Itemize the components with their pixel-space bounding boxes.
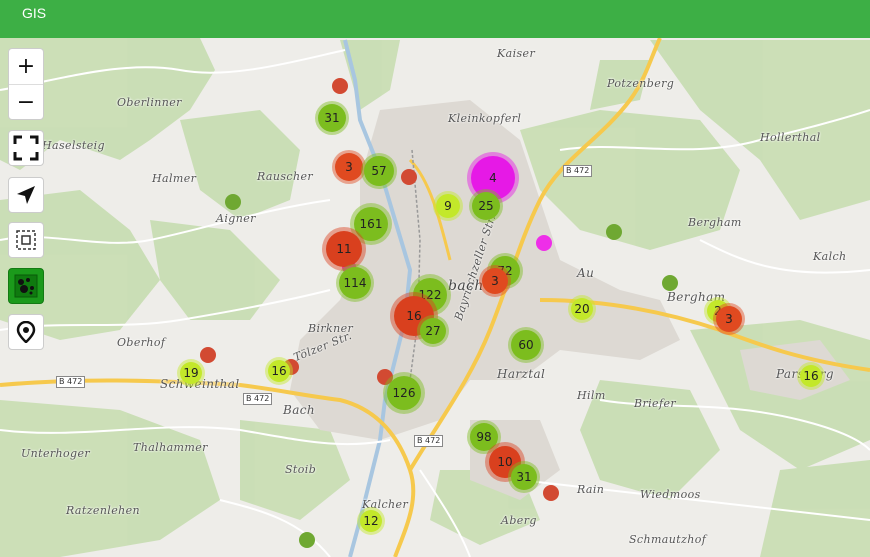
zoom-control: + −: [8, 48, 44, 120]
box-select-icon: [16, 230, 36, 250]
place-label: Hollerthal: [760, 131, 821, 144]
cluster-marker[interactable]: 126: [387, 376, 421, 410]
point-marker[interactable]: [536, 235, 552, 251]
point-marker[interactable]: [662, 275, 678, 291]
cluster-marker[interactable]: 19: [180, 362, 202, 384]
place-label: Briefer: [634, 397, 677, 410]
cluster-marker[interactable]: 57: [364, 156, 394, 186]
cluster-marker[interactable]: 60: [511, 330, 541, 360]
place-label: Rauscher: [257, 170, 314, 183]
cluster-marker[interactable]: 20: [571, 298, 593, 320]
cluster-marker[interactable]: 16: [268, 360, 290, 382]
cluster-marker[interactable]: 27: [420, 318, 446, 344]
cluster-marker[interactable]: 3: [716, 306, 742, 332]
cluster-marker[interactable]: 25: [472, 192, 500, 220]
app-title: GIS: [22, 5, 47, 21]
place-label: Hilm: [577, 389, 606, 402]
marker-pin-icon: [16, 321, 36, 343]
road-shield: B 472: [563, 165, 593, 177]
place-label: Halmer: [152, 172, 197, 185]
point-marker[interactable]: [332, 78, 348, 94]
place-label: Unterhoger: [21, 447, 91, 460]
place-label: Rain: [577, 483, 605, 496]
cluster-marker[interactable]: 31: [511, 464, 537, 490]
road-shield: B 472: [414, 435, 444, 447]
cluster-layer-button[interactable]: [8, 268, 44, 304]
place-label: Thalhammer: [133, 441, 208, 454]
road-shield: B 472: [56, 376, 86, 388]
place-label: Kaiser: [497, 47, 536, 60]
place-label: Oberlinner: [117, 96, 182, 109]
place-label: bach: [448, 278, 484, 294]
cluster-marker[interactable]: 9: [436, 194, 460, 218]
zoom-out-button[interactable]: −: [9, 84, 43, 120]
cluster-marker[interactable]: 16: [800, 365, 822, 387]
road-shield: B 472: [243, 393, 273, 405]
place-label: Ratzenlehen: [66, 504, 141, 517]
place-label: Aigner: [216, 212, 256, 225]
place-label: Harztal: [497, 367, 546, 381]
locate-arrow-icon: [17, 186, 35, 204]
cluster-marker[interactable]: 12: [360, 510, 382, 532]
place-label: Haselsteig: [42, 139, 105, 152]
place-label: Bergham: [688, 216, 742, 229]
cluster-marker[interactable]: 114: [339, 267, 371, 299]
place-label: Potzenberg: [607, 77, 675, 90]
place-label: Bach: [283, 403, 316, 417]
point-marker[interactable]: [299, 532, 315, 548]
fullscreen-icon: [13, 135, 39, 161]
cluster-marker[interactable]: 3: [482, 268, 508, 294]
fullscreen-button[interactable]: [8, 130, 44, 166]
place-label: Au: [577, 266, 595, 280]
cluster-marker[interactable]: 161: [354, 207, 388, 241]
place-label: Oberhof: [117, 336, 166, 349]
cluster-marker[interactable]: 31: [318, 104, 346, 132]
app-header: GIS: [0, 0, 870, 38]
place-label: Wiedmoos: [640, 488, 701, 501]
cluster-layer-icon: [14, 274, 38, 298]
locate-button[interactable]: [8, 177, 44, 213]
zoom-in-button[interactable]: +: [9, 49, 43, 84]
point-marker[interactable]: [543, 485, 559, 501]
cluster-marker[interactable]: 11: [326, 231, 362, 267]
point-marker[interactable]: [606, 224, 622, 240]
point-marker[interactable]: [401, 169, 417, 185]
cluster-marker[interactable]: 3: [335, 153, 363, 181]
place-label: Stoib: [285, 463, 317, 476]
point-marker[interactable]: [200, 347, 216, 363]
place-label: Schmautzhof: [629, 533, 707, 546]
place-label: Aberg: [501, 514, 537, 527]
box-select-button[interactable]: [8, 222, 44, 258]
place-label: Kalcher: [362, 498, 409, 511]
point-marker[interactable]: [225, 194, 241, 210]
place-label: Kalch: [813, 250, 847, 263]
cluster-marker[interactable]: 98: [470, 423, 498, 451]
marker-pin-button[interactable]: [8, 314, 44, 350]
map-canvas[interactable]: Kaiser Potzenberg Oberlinner Haselsteig …: [0, 38, 870, 557]
place-label: Kleinkopferl: [448, 112, 522, 125]
